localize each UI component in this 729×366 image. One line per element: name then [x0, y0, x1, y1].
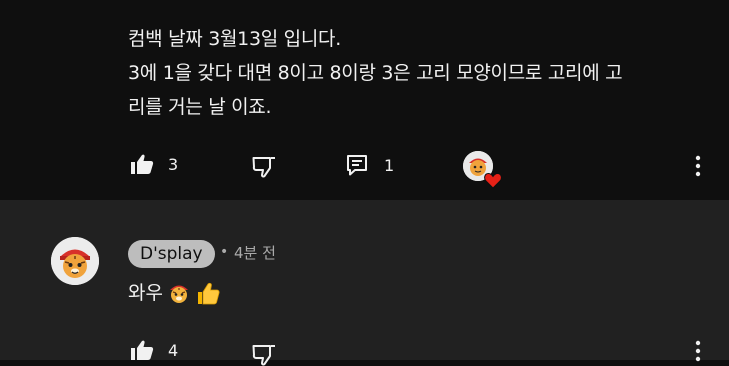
tiger-emoji — [169, 285, 188, 303]
reply-like-button[interactable]: 4 — [130, 339, 178, 361]
heart-icon — [484, 172, 502, 189]
reply-dislike-button[interactable] — [252, 344, 276, 366]
reply-text-content: 와우 — [128, 282, 163, 304]
reply-author-avatar[interactable] — [51, 237, 99, 285]
more-vert-icon[interactable] — [694, 155, 702, 177]
comment-text-line-1: 컴백 날짜 3월13일 입니다. — [128, 28, 341, 50]
thumbs-down-icon — [252, 157, 275, 178]
thumbs-up-icon — [131, 340, 154, 360]
reply-count: 1 — [384, 155, 395, 175]
like-button[interactable]: 3 — [130, 153, 178, 175]
thumbs-down-icon — [252, 345, 275, 366]
reply-text: 와우 — [128, 280, 221, 306]
reply-more-vert-icon[interactable] — [694, 340, 702, 362]
comment-text-line-2: 3에 1을 갖다 대면 8이고 8이랑 3은 고리 모양이므로 고리에 고 — [128, 62, 623, 84]
separator-dot: • — [220, 244, 229, 260]
reply-section — [0, 200, 729, 360]
like-count: 3 — [168, 154, 179, 174]
thumbs-up-icon — [131, 154, 154, 174]
tiger-avatar-icon — [51, 237, 99, 285]
reply-timestamp: 4분 전 — [234, 244, 276, 262]
author-chip[interactable]: D'splay — [128, 240, 215, 268]
reply-button[interactable]: 1 — [346, 154, 394, 176]
reply-like-count: 4 — [168, 340, 179, 360]
reply-icon — [347, 155, 367, 176]
dislike-button[interactable] — [252, 156, 276, 178]
comment-text-line-3: 리를 거는 날 이죠. — [128, 96, 272, 118]
thumbs-up-emoji — [197, 282, 220, 305]
top-comment: 컴백 날짜 3월13일 입니다. 3에 1을 갖다 대면 8이고 8이랑 3은 … — [0, 0, 729, 200]
